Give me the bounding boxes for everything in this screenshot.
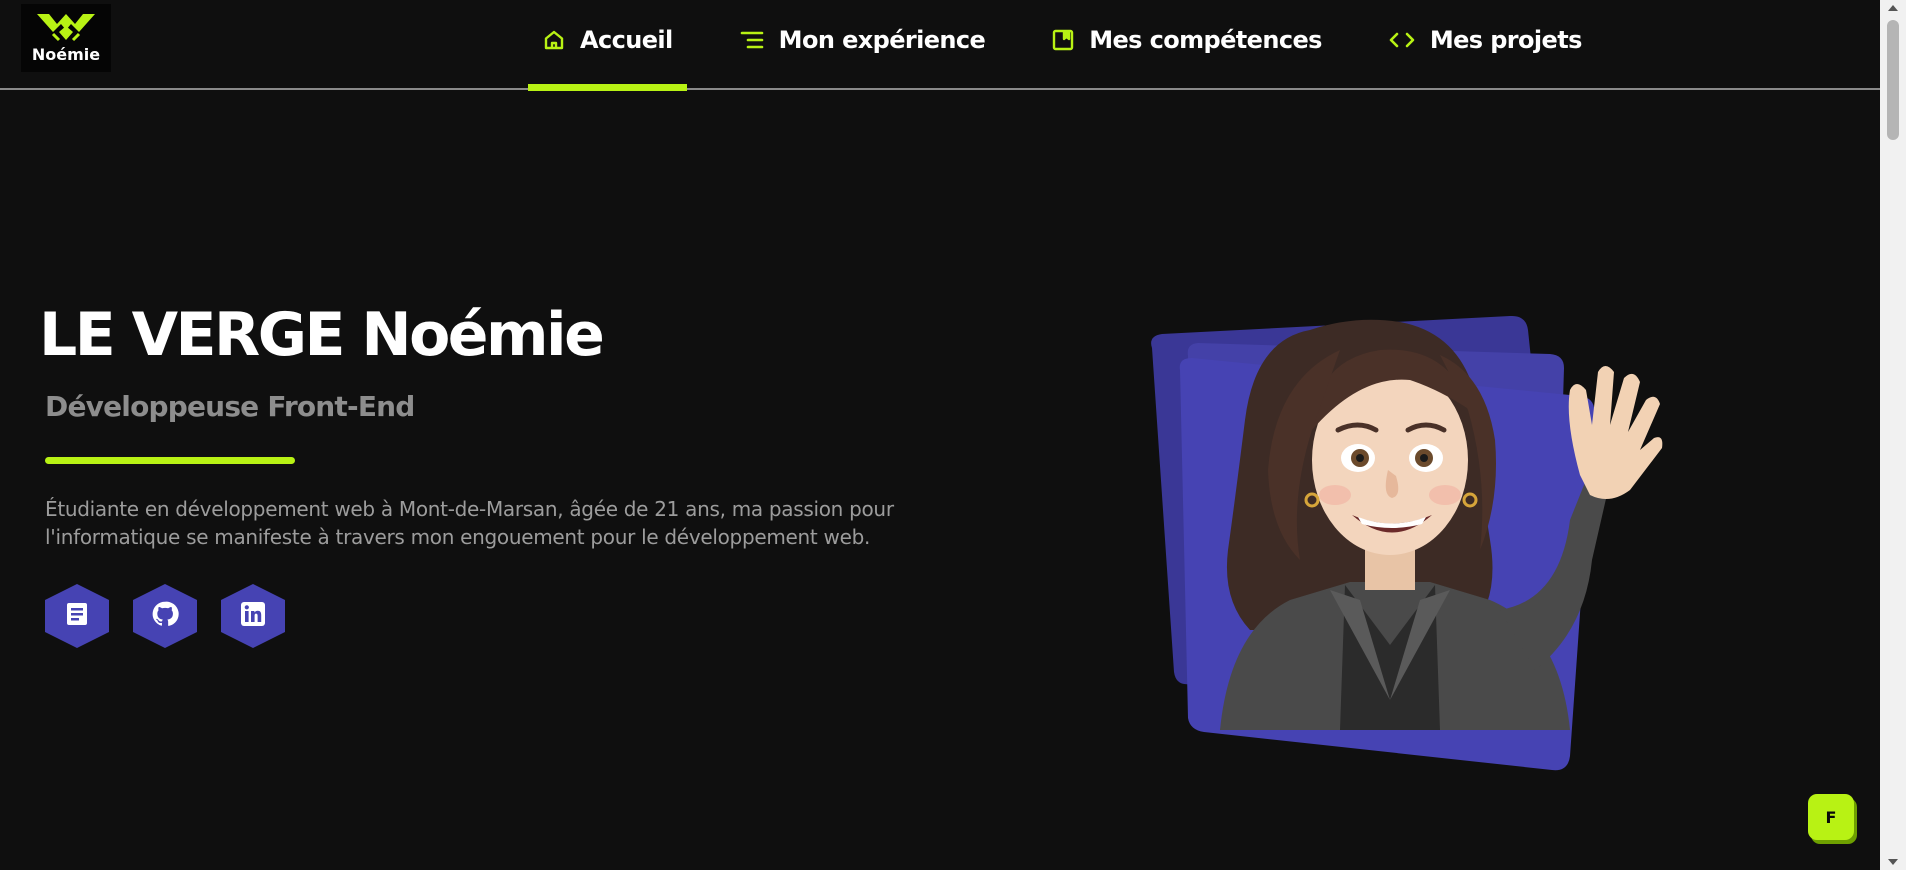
- hero-bio: Étudiante en développement web à Mont-de…: [45, 497, 894, 549]
- accent-divider: [45, 457, 295, 464]
- cv-button[interactable]: [45, 584, 109, 648]
- logo-emblem-icon: [37, 14, 95, 42]
- linkedin-icon: [240, 601, 266, 631]
- github-icon: [151, 600, 179, 632]
- scroll-down-icon[interactable]: [1888, 859, 1898, 865]
- avatar-illustration: [1140, 300, 1680, 780]
- page-scrollbar[interactable]: [1880, 0, 1906, 870]
- github-button[interactable]: [133, 584, 197, 648]
- nav-item-label: Mon expérience: [778, 26, 986, 54]
- site-logo[interactable]: Noémie: [21, 4, 111, 72]
- nav-menu: Accueil Mon expérience Mes compétences M…: [528, 0, 1634, 91]
- bookmark-icon: [1051, 28, 1075, 52]
- list-icon: [739, 29, 765, 51]
- nav-item-accueil[interactable]: Accueil: [528, 0, 687, 91]
- nav-item-projets[interactable]: Mes projets: [1374, 0, 1596, 80]
- nav-item-label: Accueil: [580, 26, 673, 54]
- scrollbar-thumb[interactable]: [1887, 20, 1899, 140]
- hero-role: Développeuse Front-End: [45, 390, 415, 423]
- nav-item-competences[interactable]: Mes compétences: [1037, 0, 1336, 80]
- home-icon: [542, 28, 566, 52]
- social-links: [45, 584, 309, 648]
- document-icon: [64, 601, 90, 631]
- nav-item-label: Mes projets: [1429, 26, 1583, 54]
- logo-text: Noémie: [31, 45, 101, 64]
- code-icon: [1388, 30, 1416, 50]
- scroll-up-icon[interactable]: [1888, 5, 1898, 11]
- portfolio-page: Accueil Mon expérience Mes compétences M…: [0, 0, 1906, 870]
- nav-item-experience[interactable]: Mon expérience: [725, 0, 1000, 80]
- top-navigation: Accueil Mon expérience Mes compétences M…: [0, 0, 1880, 91]
- hero-name: LE VERGE Noémie: [39, 300, 605, 370]
- nav-item-label: Mes compétences: [1089, 26, 1322, 54]
- floating-action-button[interactable]: F: [1808, 794, 1854, 840]
- linkedin-button[interactable]: [221, 584, 285, 648]
